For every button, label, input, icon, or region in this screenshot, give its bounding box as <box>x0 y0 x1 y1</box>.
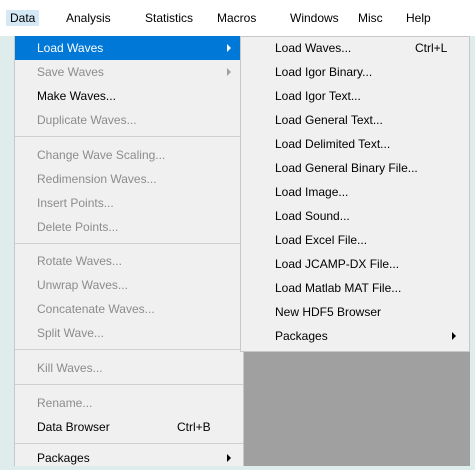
menu-item-delete-points[interactable]: Delete Points... <box>15 215 243 239</box>
menu-item-label: Redimension Waves... <box>37 172 157 186</box>
menu-item-shortcut: Ctrl+B <box>177 420 211 434</box>
submenu-item-load-sound[interactable]: Load Sound... <box>241 205 469 227</box>
workspace-area <box>244 352 470 466</box>
submenu-arrow-icon <box>227 454 231 462</box>
menu-item-label: Rename... <box>37 396 93 410</box>
menu-item-label: Change Wave Scaling... <box>37 148 166 162</box>
menu-item-split-wave[interactable]: Split Wave... <box>15 321 243 345</box>
menu-separator <box>15 384 243 385</box>
submenu-item-load-image[interactable]: Load Image... <box>241 181 469 203</box>
menu-item-insert-points[interactable]: Insert Points... <box>15 191 243 215</box>
menu-separator <box>15 243 243 244</box>
submenu-item-label: Load JCAMP-DX File... <box>275 257 400 271</box>
submenu-item-load-igor-text[interactable]: Load Igor Text... <box>241 85 469 107</box>
menu-statistics[interactable]: Statistics <box>145 10 193 26</box>
submenu-item-label: Packages <box>275 329 328 343</box>
menu-item-duplicate-waves[interactable]: Duplicate Waves... <box>15 108 243 132</box>
submenu-item-label: Load General Binary File... <box>275 161 418 175</box>
menu-item-label: Packages <box>37 451 90 465</box>
menu-bar: Data Analysis Statistics Macros Windows … <box>0 0 475 36</box>
submenu-item-load-matlab-mat-file[interactable]: Load Matlab MAT File... <box>241 277 469 299</box>
menu-item-kill-waves[interactable]: Kill Waves... <box>15 356 243 380</box>
submenu-item-load-waves[interactable]: Load Waves... Ctrl+L <box>241 37 469 59</box>
menu-help[interactable]: Help <box>406 10 431 26</box>
submenu-item-label: Load Igor Binary... <box>275 65 373 79</box>
menu-item-label: Rotate Waves... <box>37 254 122 268</box>
submenu-item-label: Load Sound... <box>275 209 350 223</box>
menu-item-label: Load Waves <box>37 41 104 55</box>
menu-item-change-wave-scaling[interactable]: Change Wave Scaling... <box>15 143 243 167</box>
submenu-item-load-general-binary-file[interactable]: Load General Binary File... <box>241 157 469 179</box>
submenu-item-load-general-text[interactable]: Load General Text... <box>241 109 469 131</box>
menu-item-make-waves[interactable]: Make Waves... <box>15 84 243 108</box>
submenu-item-label: Load Excel File... <box>275 233 368 247</box>
submenu-item-packages[interactable]: Packages <box>241 325 469 347</box>
submenu-item-label: Load Waves... <box>275 41 352 55</box>
submenu-item-label: Load Matlab MAT File... <box>275 281 402 295</box>
data-menu-dropdown: Load Waves Save Waves Make Waves... Dupl… <box>14 36 244 466</box>
submenu-item-shortcut: Ctrl+L <box>415 41 448 55</box>
menu-windows[interactable]: Windows <box>290 10 339 26</box>
menu-item-packages[interactable]: Packages <box>15 446 243 470</box>
menu-separator <box>15 443 243 444</box>
menu-separator <box>15 349 243 350</box>
menu-item-load-waves[interactable]: Load Waves <box>15 36 243 60</box>
menu-item-label: Save Waves <box>37 65 104 79</box>
menu-item-data-browser[interactable]: Data Browser Ctrl+B <box>15 415 243 439</box>
menu-item-rotate-waves[interactable]: Rotate Waves... <box>15 249 243 273</box>
menu-item-label: Kill Waves... <box>37 361 103 375</box>
submenu-item-load-igor-binary[interactable]: Load Igor Binary... <box>241 61 469 83</box>
menu-item-label: Data Browser <box>37 420 110 434</box>
submenu-arrow-icon <box>227 44 231 52</box>
submenu-item-label: Load General Text... <box>275 113 383 127</box>
menu-item-label: Duplicate Waves... <box>37 113 137 127</box>
menu-item-concatenate-waves[interactable]: Concatenate Waves... <box>15 297 243 321</box>
menu-item-label: Split Wave... <box>37 326 104 340</box>
submenu-arrow-icon <box>227 68 231 76</box>
menu-data[interactable]: Data <box>6 10 40 26</box>
menu-item-save-waves[interactable]: Save Waves <box>15 60 243 84</box>
submenu-item-new-hdf5-browser[interactable]: New HDF5 Browser <box>241 301 469 323</box>
menu-misc[interactable]: Misc <box>358 10 383 26</box>
menu-item-label: Concatenate Waves... <box>37 302 155 316</box>
menu-analysis[interactable]: Analysis <box>66 10 111 26</box>
menu-item-label: Make Waves... <box>37 89 116 103</box>
menu-item-redimension-waves[interactable]: Redimension Waves... <box>15 167 243 191</box>
submenu-item-load-delimited-text[interactable]: Load Delimited Text... <box>241 133 469 155</box>
menu-macros[interactable]: Macros <box>217 10 256 26</box>
submenu-item-load-excel-file[interactable]: Load Excel File... <box>241 229 469 251</box>
menu-item-unwrap-waves[interactable]: Unwrap Waves... <box>15 273 243 297</box>
submenu-item-label: Load Image... <box>275 185 349 199</box>
submenu-item-label: Load Delimited Text... <box>275 137 391 151</box>
menu-separator <box>15 136 243 137</box>
submenu-item-label: Load Igor Text... <box>275 89 361 103</box>
submenu-item-load-jcamp-dx-file[interactable]: Load JCAMP-DX File... <box>241 253 469 275</box>
submenu-item-label: New HDF5 Browser <box>275 305 382 319</box>
menu-item-label: Delete Points... <box>37 220 119 234</box>
submenu-arrow-icon <box>452 332 456 340</box>
load-waves-submenu: Load Waves... Ctrl+L Load Igor Binary...… <box>240 36 470 352</box>
menu-item-label: Insert Points... <box>37 196 114 210</box>
menu-item-rename[interactable]: Rename... <box>15 391 243 415</box>
menu-item-label: Unwrap Waves... <box>37 278 128 292</box>
